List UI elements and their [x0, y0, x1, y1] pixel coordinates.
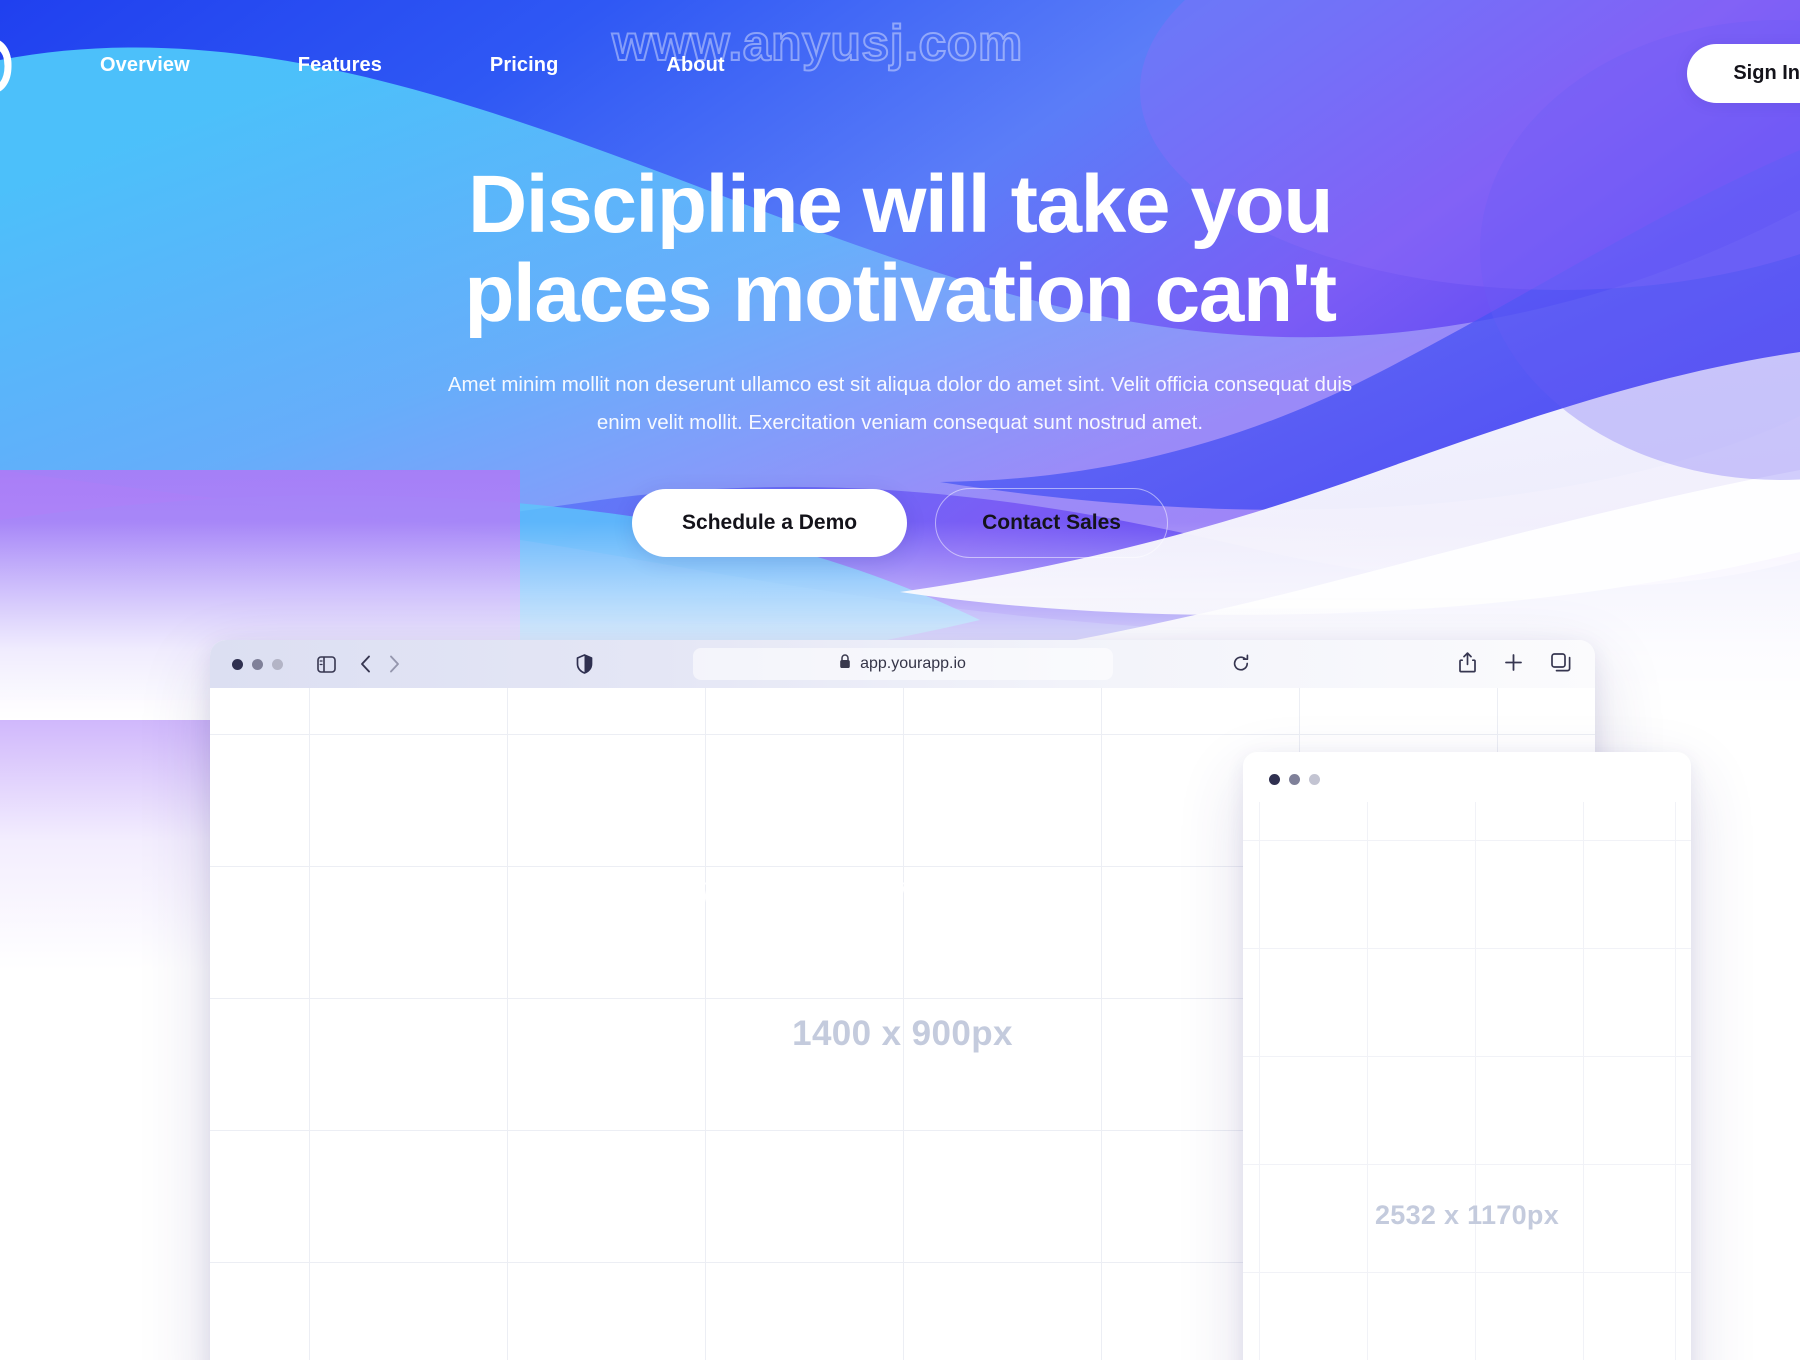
device-content-placeholder: 2532 x 1170px: [1243, 802, 1691, 1360]
reload-icon[interactable]: [1232, 654, 1250, 673]
minimize-window-dot[interactable]: [252, 658, 263, 670]
contact-sales-button[interactable]: Contact Sales: [935, 488, 1168, 558]
tabs-overview-icon[interactable]: [1551, 653, 1571, 672]
hero-cta-row: Schedule a Demo Contact Sales: [0, 488, 1800, 558]
shield-icon[interactable]: [576, 654, 593, 674]
device-minimize-dot[interactable]: [1289, 774, 1300, 785]
nav-link-overview[interactable]: Overview: [100, 54, 190, 77]
address-bar[interactable]: app.yourapp.io: [692, 648, 1113, 680]
nav-link-about[interactable]: About: [666, 54, 724, 77]
top-navigation-bar: Overview Features Pricing About Sign In: [0, 0, 1800, 130]
lock-icon: [839, 654, 851, 674]
infinity-logo-icon: [0, 40, 12, 92]
schedule-demo-button[interactable]: Schedule a Demo: [632, 489, 908, 557]
device-traffic-lights: [1269, 774, 1320, 785]
forward-chevron-icon[interactable]: [389, 655, 400, 673]
device-placeholder-grid: [1243, 802, 1691, 1360]
plus-icon[interactable]: [1504, 653, 1523, 672]
share-icon[interactable]: [1459, 652, 1476, 673]
url-text: app.yourapp.io: [860, 655, 966, 672]
device-mockup: 2532 x 1170px: [1243, 752, 1691, 1360]
device-close-dot[interactable]: [1269, 774, 1280, 785]
browser-toolbar-right-actions: [1459, 652, 1571, 673]
back-chevron-icon[interactable]: [360, 655, 371, 673]
page-title: Discipline will take you places motivati…: [464, 159, 1337, 339]
hero-subheading: Amet minim mollit non deserunt ullamco e…: [447, 373, 1353, 434]
browser-toolbar: app.yourapp.io: [210, 640, 1595, 688]
close-window-dot[interactable]: [232, 658, 243, 670]
nav-link-pricing[interactable]: Pricing: [490, 54, 559, 77]
window-traffic-lights: [232, 658, 283, 670]
logo[interactable]: [0, 24, 34, 108]
sign-in-button[interactable]: Sign In: [1687, 44, 1800, 103]
device-maximize-dot[interactable]: [1309, 774, 1320, 785]
sidebar-toggle-icon[interactable]: [317, 655, 336, 673]
device-size-label: 2532 x 1170px: [1374, 1200, 1560, 1230]
nav-links: Overview Features Pricing About: [100, 54, 833, 77]
nav-link-features[interactable]: Features: [298, 54, 382, 77]
maximize-window-dot[interactable]: [272, 658, 283, 670]
